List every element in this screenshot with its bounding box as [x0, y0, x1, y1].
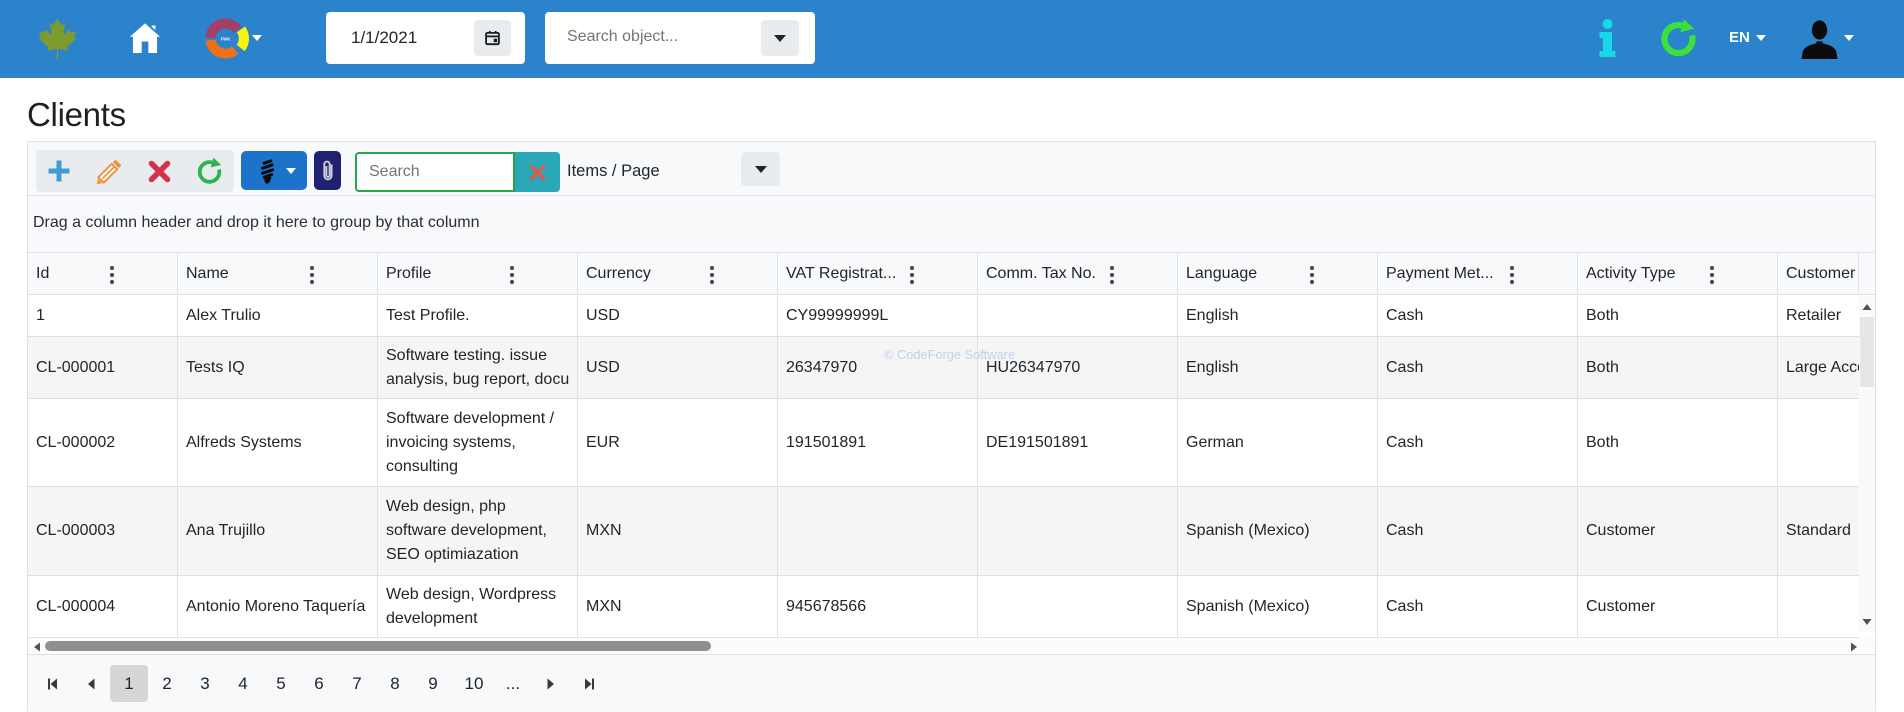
svg-text:FWK: FWK	[221, 37, 231, 42]
